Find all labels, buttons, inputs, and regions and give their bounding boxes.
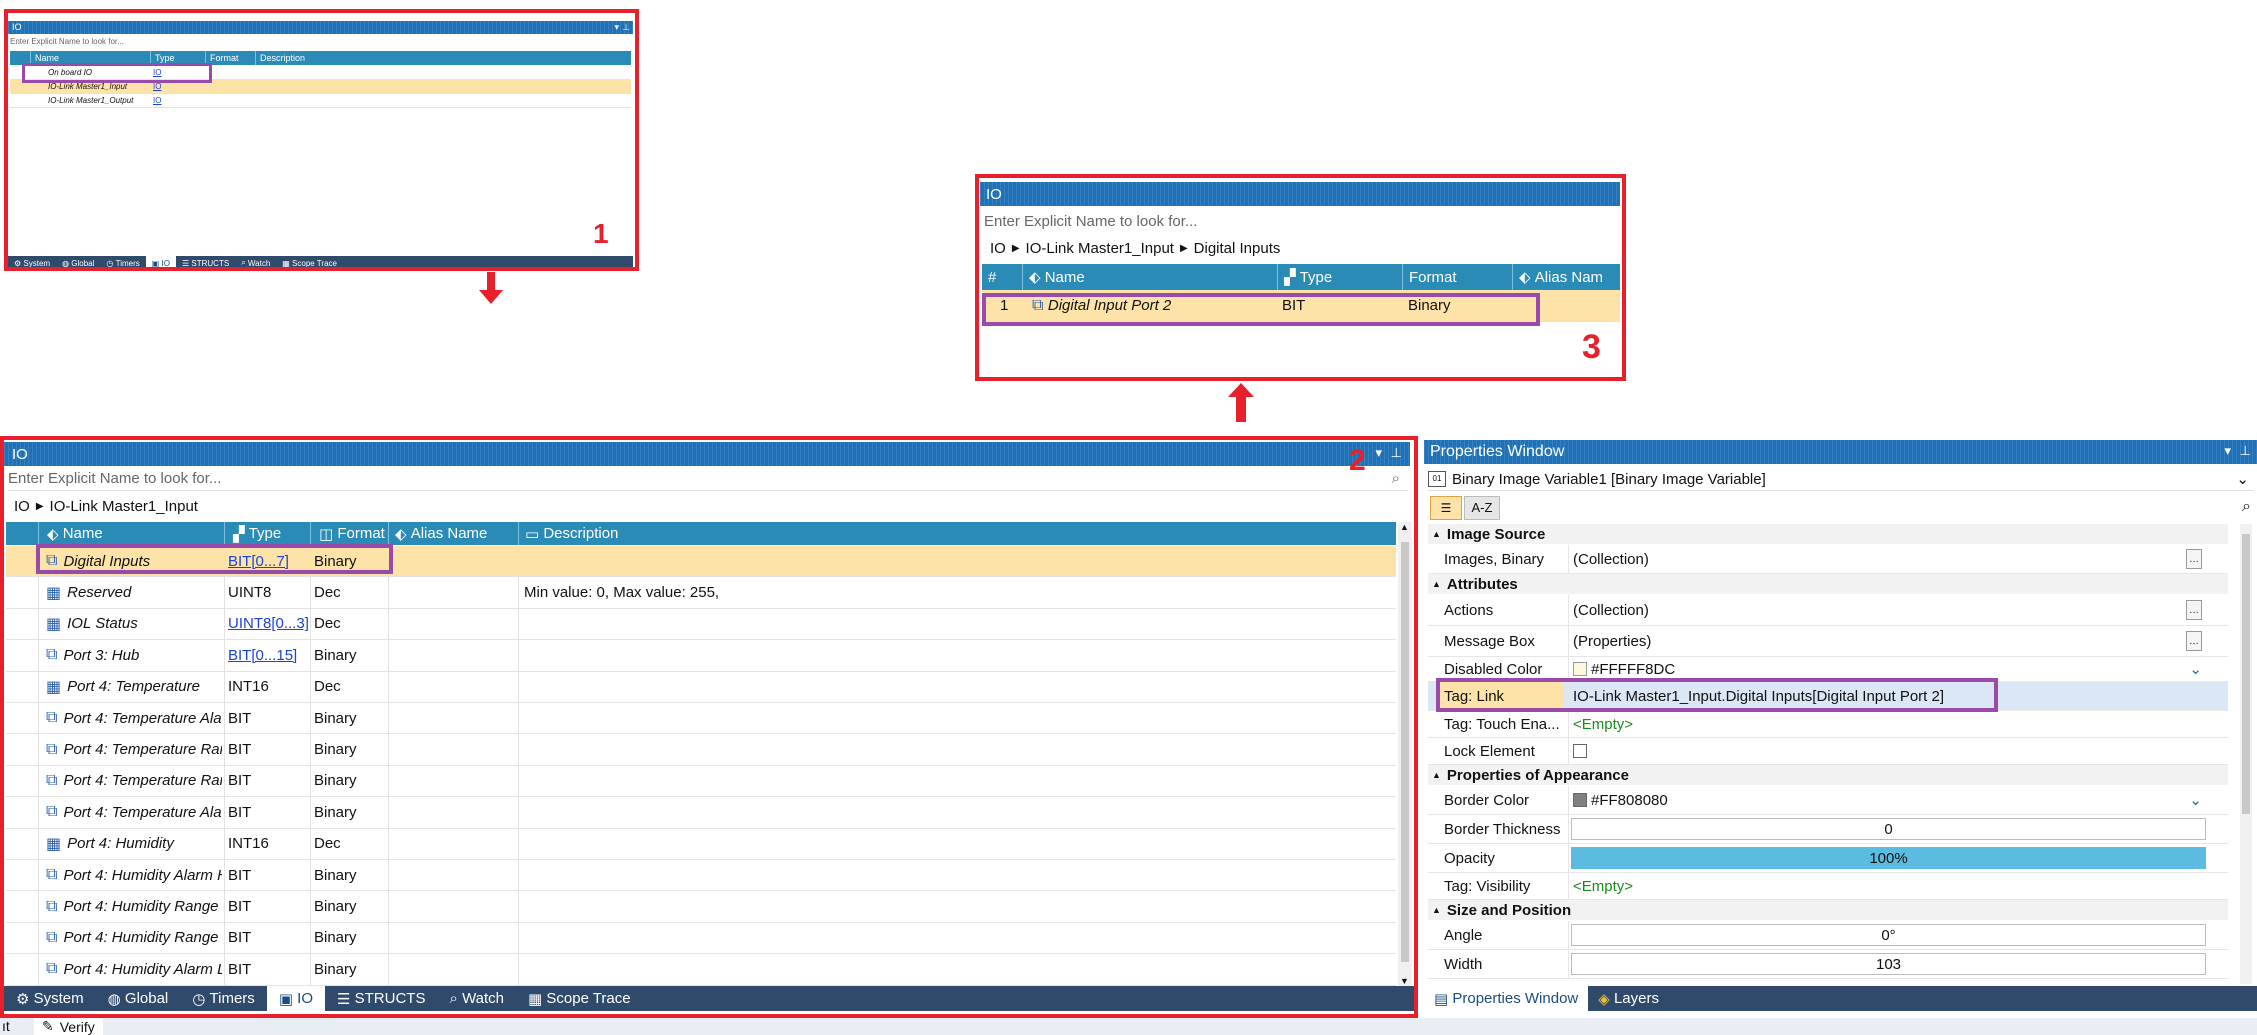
chevron-down-icon[interactable]: ⌄	[2189, 791, 2202, 809]
collapse-icon: ▲	[1432, 579, 1441, 589]
property-key: Width	[1444, 955, 1483, 973]
lock-element-checkbox[interactable]	[1573, 744, 1587, 758]
property-key: Images, Binary	[1444, 550, 1545, 568]
property-row[interactable]: Border Color #FF808080 ⌄	[1428, 786, 2228, 815]
tab-layers[interactable]: ◈ Layers	[1588, 986, 1669, 1011]
ellipsis-button[interactable]: …	[2186, 631, 2202, 651]
property-row[interactable]: Images, Binary (Collection)…	[1428, 545, 2228, 574]
opacity-slider[interactable]: 100%	[1571, 847, 2206, 869]
properties-title: Properties Window	[1430, 443, 1565, 460]
property-value[interactable]: #FF808080 ⌄	[1568, 786, 2206, 814]
property-key: Lock Element	[1444, 742, 1535, 760]
categorized-view-button[interactable]: ☰	[1430, 496, 1462, 520]
property-value[interactable]: 0	[1568, 815, 2206, 843]
object-selector[interactable]: 01 Binary Image Variable1 [Binary Image …	[1428, 468, 2253, 491]
ellipsis-button[interactable]: …	[2186, 549, 2202, 569]
property-key: Message Box	[1444, 632, 1535, 650]
property-value[interactable]	[1568, 738, 2206, 764]
status-left: ıt	[2, 1018, 10, 1034]
color-swatch	[1573, 662, 1587, 676]
property-value[interactable]: <Empty>	[1568, 873, 2206, 899]
width-input[interactable]: 103	[1571, 953, 2206, 975]
scroll-thumb[interactable]	[2242, 534, 2250, 814]
dropdown-icon[interactable]: ▾	[2224, 443, 2231, 459]
property-value[interactable]: (Collection)…	[1568, 545, 2206, 573]
collapse-icon: ▲	[1432, 770, 1441, 780]
property-value[interactable]: (Properties)…	[1568, 626, 2206, 656]
highlight-box	[1436, 678, 1998, 712]
panel-1-frame	[4, 9, 639, 271]
properties-icon: ▤	[1434, 990, 1449, 1008]
angle-input[interactable]: 0°	[1571, 924, 2206, 946]
property-row[interactable]: Width 103	[1428, 950, 2228, 979]
property-key: Opacity	[1444, 849, 1495, 867]
ellipsis-button[interactable]: …	[2186, 600, 2202, 620]
properties-titlebar: Properties Window ▾ ⊥	[1424, 440, 2257, 464]
property-row[interactable]: Tag: Visibility <Empty>	[1428, 873, 2228, 900]
arrow-up-icon	[1228, 383, 1254, 425]
arrow-down-icon	[479, 272, 503, 306]
property-key: Tag: Visibility	[1444, 877, 1531, 895]
border-thickness-input[interactable]: 0	[1571, 818, 2206, 840]
property-grid: ▲ Image Source Images, Binary (Collection…	[1428, 524, 2228, 984]
property-value[interactable]: 103	[1568, 950, 2206, 978]
property-key: Tag: Touch Ena...	[1444, 715, 1560, 733]
chevron-down-icon[interactable]: ⌄	[2189, 660, 2202, 678]
property-value[interactable]: <Empty>	[1568, 711, 2206, 737]
status-bar: ıt ✎ Verify	[0, 1018, 2257, 1035]
properties-toolbar: ☰ A-Z ⌕	[1428, 494, 2253, 520]
property-row[interactable]: Angle 0°	[1428, 921, 2228, 950]
pin-icon[interactable]: ⊥	[2240, 443, 2251, 459]
category-attributes[interactable]: ▲ Attributes	[1428, 574, 2228, 594]
verify-icon: ✎	[42, 1018, 54, 1034]
property-key: Border Color	[1444, 791, 1530, 809]
binary-image-icon: 01	[1428, 471, 1446, 487]
property-row[interactable]: Actions (Collection)…	[1428, 595, 2228, 626]
property-key: Angle	[1444, 926, 1483, 944]
verify-button[interactable]: ✎ Verify	[34, 1018, 103, 1035]
property-row[interactable]: Tag: Touch Ena... <Empty>	[1428, 711, 2228, 738]
properties-scrollbar[interactable]	[2240, 524, 2252, 984]
property-value[interactable]: (Collection)…	[1568, 595, 2206, 625]
property-row[interactable]: Message Box (Properties)…	[1428, 626, 2228, 657]
property-key: Border Thickness	[1444, 820, 1561, 838]
property-row[interactable]: Lock Element	[1428, 738, 2228, 765]
property-key: Actions	[1444, 601, 1494, 619]
properties-window: Properties Window ▾ ⊥ 01 Binary Image Va…	[1424, 438, 2257, 1013]
property-row[interactable]: Opacity 100%	[1428, 844, 2228, 873]
properties-bottom-tabs: ▤ Properties Window ◈ Layers	[1424, 986, 2257, 1011]
property-value[interactable]: 100%	[1568, 844, 2206, 872]
category-image-source[interactable]: ▲ Image Source	[1428, 524, 2228, 544]
tab-properties-window[interactable]: ▤ Properties Window	[1424, 986, 1589, 1011]
panel-2-frame	[0, 436, 1418, 1018]
category-size-position[interactable]: ▲ Size and Position	[1428, 900, 2228, 920]
sort-az-button[interactable]: A-Z	[1464, 496, 1500, 520]
layers-icon: ◈	[1598, 990, 1610, 1008]
panel-3-frame	[975, 174, 1626, 381]
collapse-icon: ▲	[1432, 905, 1441, 915]
object-name: Binary Image Variable1 [Binary Image Var…	[1452, 470, 1766, 488]
category-appearance[interactable]: ▲ Properties of Appearance	[1428, 765, 2228, 785]
color-swatch	[1573, 793, 1587, 807]
chevron-down-icon[interactable]: ⌄	[2236, 470, 2249, 488]
property-value[interactable]: 0°	[1568, 921, 2206, 949]
property-row[interactable]: Border Thickness 0	[1428, 815, 2228, 844]
collapse-icon: ▲	[1432, 529, 1441, 539]
search-icon[interactable]: ⌕	[2242, 498, 2251, 516]
